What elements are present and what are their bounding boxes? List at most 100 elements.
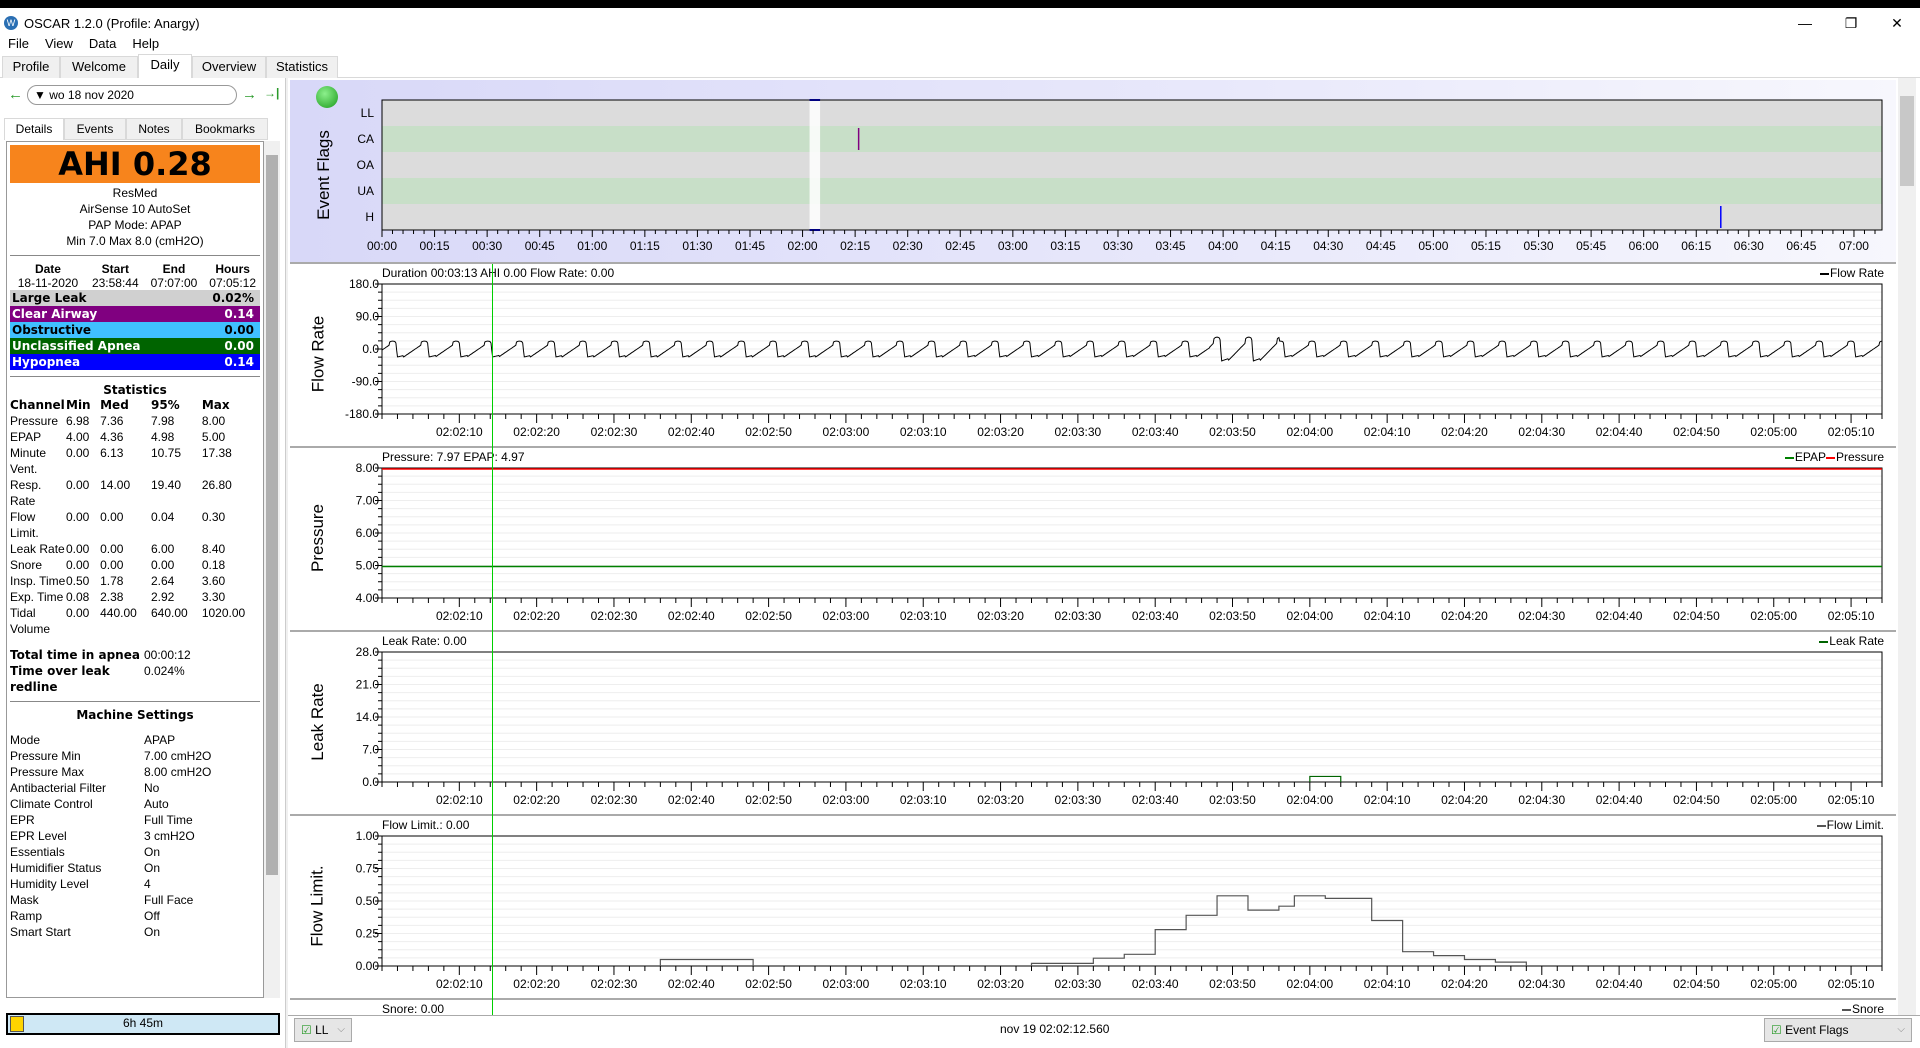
tab-notes[interactable]: Notes xyxy=(126,118,182,140)
x-tick-label: 02:03:30 xyxy=(1055,793,1102,807)
menu-bar: File View Data Help xyxy=(0,32,1920,54)
tab-statistics[interactable]: Statistics xyxy=(266,56,338,78)
tab-details[interactable]: Details xyxy=(4,118,64,140)
flow-rate-graph[interactable]: Flow Rate Duration 00:03:13 AHI 0.00 Flo… xyxy=(290,264,1896,448)
y-tick-label: 8.00 xyxy=(356,461,380,475)
setting-label: Climate Control xyxy=(10,797,93,811)
stat-channel: Resp. Rate xyxy=(10,478,42,508)
x-tick-label: 02:45 xyxy=(945,239,975,253)
stat-value: 0.50 xyxy=(66,574,90,588)
flag-row-label: CA xyxy=(357,132,374,146)
x-tick-label: 02:04:40 xyxy=(1596,977,1643,991)
x-tick-label: 07:00 xyxy=(1839,239,1869,253)
setting-value: 7.00 cmH2O xyxy=(144,749,212,763)
x-tick-label: 02:05:00 xyxy=(1750,425,1797,439)
graphs-scrollbar[interactable] xyxy=(1898,78,1916,1018)
stat-value: 3.60 xyxy=(201,574,226,588)
scrollbar-thumb[interactable] xyxy=(266,155,278,875)
flag-row-label: UA xyxy=(357,184,374,198)
event-index-row: Obstructive 0.00 xyxy=(10,322,260,338)
stat-channel: EPAP xyxy=(10,430,42,444)
x-tick-label: 00:45 xyxy=(525,239,555,253)
stat-value: 640.00 xyxy=(150,606,188,620)
stat-value: 19.40 xyxy=(150,478,181,492)
graph-visibility-combo[interactable]: ☑ Event Flags ⌵ xyxy=(1764,1018,1912,1042)
last-day-icon[interactable]: →| xyxy=(264,86,279,100)
x-tick-label: 02:02:30 xyxy=(591,977,638,991)
x-tick-label: 02:04:40 xyxy=(1596,793,1643,807)
setting-label: Mode xyxy=(10,733,41,747)
stat-value: 3.30 xyxy=(201,590,226,604)
pressure-graph[interactable]: Pressure Pressure: 7.97 EPAP: 4.97 EPAP P… xyxy=(290,448,1896,632)
session-end: 07:07:00 xyxy=(150,276,198,290)
x-tick-label: 05:45 xyxy=(1576,239,1606,253)
tab-daily[interactable]: Daily xyxy=(138,54,192,79)
next-day-icon[interactable]: → xyxy=(242,86,257,103)
menu-file[interactable]: File xyxy=(0,36,37,51)
event-flags-graph[interactable]: Event Flags LL CA OA UA H 00:00 00:15 00:30 00:4… xyxy=(290,80,1896,264)
event-index-value: 0.00 xyxy=(224,323,254,337)
setting-value: 8.00 cmH2O xyxy=(144,765,212,779)
total-row: Time over leak redline 0.024% xyxy=(10,663,260,695)
event-type-combo[interactable]: ☑ LL ⌵ xyxy=(294,1018,352,1042)
x-tick-label: 02:02:50 xyxy=(745,609,792,623)
header-start: Start xyxy=(101,262,129,276)
previous-day-icon[interactable]: ← xyxy=(8,86,23,103)
tab-welcome[interactable]: Welcome xyxy=(60,56,138,78)
stat-row: Flow Limit. 0.00 0.00 0.04 0.30 xyxy=(10,509,262,541)
stat-header: Channel xyxy=(10,398,65,412)
x-tick-label: 00:30 xyxy=(472,239,502,253)
stat-channel: Minute Vent. xyxy=(10,446,47,476)
setting-value: On xyxy=(144,845,161,859)
apnea-totals: Total time in apnea 00:00:12 Time over lea… xyxy=(10,647,260,695)
setting-row: Essentials On xyxy=(10,844,260,860)
tab-bookmarks[interactable]: Bookmarks xyxy=(182,118,268,140)
statistics-title: Statistics xyxy=(103,383,167,397)
graphs-scrollbar-thumb[interactable] xyxy=(1900,96,1914,186)
leak-rate-graph[interactable]: Leak Rate Leak Rate: 0.00 Leak Rate 28.0… xyxy=(290,632,1896,816)
x-tick-label: 02:30 xyxy=(893,239,923,253)
details-scrollbar[interactable] xyxy=(264,141,280,998)
date-picker[interactable]: ▼ wo 18 nov 2020 xyxy=(27,85,237,105)
flow-limit-plot: 1.00 0.75 0.50 0.25 0.00 02:02:10 02:02:20 02:0… xyxy=(356,829,1883,991)
stat-value: 6.13 xyxy=(100,446,124,460)
flow-limit-graph[interactable]: Flow Limit. Flow Limit.: 0.00 Flow Limit… xyxy=(290,816,1896,1000)
tab-overview[interactable]: Overview xyxy=(192,56,266,78)
stat-value: 5.00 xyxy=(201,430,226,444)
checkbox-icon: ☑ xyxy=(301,1023,312,1037)
x-tick-label: 02:02:50 xyxy=(745,425,792,439)
x-tick-label: 02:04:30 xyxy=(1518,977,1565,991)
menu-data[interactable]: Data xyxy=(81,36,124,51)
tab-profile[interactable]: Profile xyxy=(2,56,60,78)
stat-value: 0.00 xyxy=(100,510,124,524)
x-tick-label: 02:04:10 xyxy=(1364,425,1411,439)
flag-row-band xyxy=(382,126,1882,152)
detail-tabs: Details Events Notes Bookmarks xyxy=(0,118,286,140)
x-tick-label: 01:45 xyxy=(735,239,765,253)
menu-view[interactable]: View xyxy=(37,36,81,51)
menu-help[interactable]: Help xyxy=(124,36,167,51)
stat-value: 4.00 xyxy=(66,430,90,444)
setting-row: EPR Level 3 cmH2O xyxy=(10,828,260,844)
tab-events[interactable]: Events xyxy=(64,118,126,140)
setting-row: Mode APAP xyxy=(10,732,260,748)
x-tick-label: 02:04:00 xyxy=(1286,977,1333,991)
y-tick-label: 6.00 xyxy=(356,526,380,540)
graph-area: Event Flags LL CA OA UA H 00:00 00:15 00:30 00:4… xyxy=(288,78,1920,1048)
setting-row: Ramp Off xyxy=(10,908,260,924)
stat-value: 0.18 xyxy=(201,558,226,572)
stat-value: 2.38 xyxy=(100,590,124,604)
x-tick-label: 02:03:40 xyxy=(1132,609,1179,623)
snore-title: Snore: 0.00 xyxy=(382,1002,445,1016)
flag-row-band xyxy=(382,100,1882,126)
x-tick-label: 02:02:40 xyxy=(668,793,715,807)
setting-label: Mask xyxy=(10,893,39,907)
stat-row: Snore 0.00 0.00 0.00 0.18 xyxy=(10,557,262,573)
setting-row: Humidifier Status On xyxy=(10,860,260,876)
setting-value: Auto xyxy=(144,797,169,811)
x-tick-label: 02:15 xyxy=(840,239,870,253)
snore-graph[interactable]: Snore: 0.00 Snore xyxy=(290,1000,1896,1016)
machine-settings-list: Mode APAP Pressure Min 7.00 cmH2O Pressure M… xyxy=(10,732,260,940)
x-tick-label: 02:02:30 xyxy=(591,609,638,623)
x-tick-label: 02:04:10 xyxy=(1364,977,1411,991)
